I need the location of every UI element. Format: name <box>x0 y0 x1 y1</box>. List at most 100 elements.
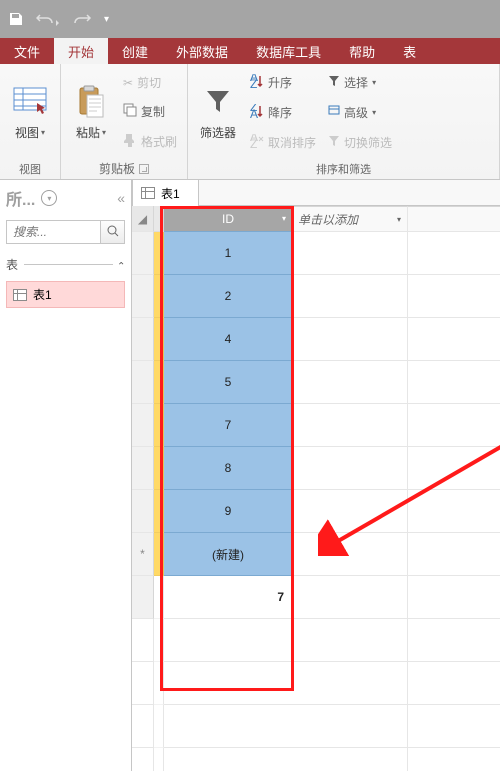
cell[interactable]: 8 <box>164 447 292 490</box>
svg-text:Z: Z <box>250 137 257 148</box>
funnel-icon <box>200 84 236 120</box>
filter-button[interactable]: 筛选器 <box>194 68 242 157</box>
sort-asc-button[interactable]: AZ 升序 <box>246 72 320 93</box>
select-all-cell[interactable]: ◢ <box>132 206 154 232</box>
ribbon-group-sort-filter: 筛选器 AZ 升序 ZA 降序 AZ 取消排序 选择 <box>188 64 500 179</box>
tab-file[interactable]: 文件 <box>0 38 54 64</box>
tab-table[interactable]: 表 <box>389 38 430 64</box>
copy-button[interactable]: 复制 <box>119 101 181 122</box>
dialog-launcher-icon[interactable] <box>139 164 149 174</box>
brush-icon <box>123 133 137 150</box>
chevron-up-icon: ⌄ <box>117 259 125 270</box>
cut-label: 剪切 <box>137 74 161 91</box>
main-area: 表1 ◢ ID ▾ 单击以添加 ▾ 1 2 4 5 <box>132 180 500 771</box>
cell[interactable] <box>292 533 408 576</box>
tab-help[interactable]: 帮助 <box>335 38 389 64</box>
copy-icon <box>123 103 137 120</box>
document-tab[interactable]: 表1 <box>132 179 199 206</box>
scissors-icon: ✂ <box>123 76 133 90</box>
chevron-down-icon: ▾ <box>372 108 376 117</box>
funnel-small-icon <box>328 75 340 90</box>
search-button[interactable] <box>100 221 124 243</box>
collapse-pane-icon[interactable]: « <box>117 190 125 206</box>
row-selector[interactable] <box>132 361 154 404</box>
filter-settings-icon <box>328 105 340 120</box>
row-selector[interactable] <box>132 318 154 361</box>
column-header-id[interactable]: ID ▾ <box>164 206 292 232</box>
ribbon-group-label: 剪贴板 <box>99 160 135 177</box>
sort-desc-label: 降序 <box>268 104 292 121</box>
cell[interactable] <box>292 404 408 447</box>
cell[interactable]: 5 <box>164 361 292 404</box>
undo-icon[interactable] <box>36 11 60 27</box>
nav-section-label: 表 <box>6 256 18 273</box>
table-icon <box>141 187 155 199</box>
clear-sort-button[interactable]: AZ 取消排序 <box>246 132 320 153</box>
sort-desc-icon: ZA <box>250 104 264 121</box>
cell[interactable] <box>292 576 408 619</box>
chevron-down-icon: ▾ <box>397 215 401 224</box>
chevron-down-icon: ▾ <box>41 128 45 137</box>
row-selector[interactable] <box>132 576 154 619</box>
add-column-header[interactable]: 单击以添加 ▾ <box>292 206 408 232</box>
nav-menu-icon[interactable]: ▾ <box>41 190 57 206</box>
paste-button[interactable]: 粘贴▾ <box>67 68 115 156</box>
customize-qat-icon[interactable]: ▾ <box>104 14 109 25</box>
row-selector[interactable] <box>132 232 154 275</box>
ribbon-group-label: 排序和筛选 <box>194 157 493 179</box>
chevron-down-icon: ▾ <box>102 128 106 137</box>
format-painter-button[interactable]: 格式刷 <box>119 131 181 152</box>
cut-button[interactable]: ✂ 剪切 <box>119 72 181 93</box>
nav-header[interactable]: 所... ▾ « <box>6 186 125 210</box>
cell[interactable]: 2 <box>164 275 292 318</box>
sort-desc-button[interactable]: ZA 降序 <box>246 102 320 123</box>
cell[interactable] <box>292 361 408 404</box>
quick-access-toolbar: ▾ <box>0 0 500 38</box>
format-painter-label: 格式刷 <box>141 133 177 150</box>
cell[interactable] <box>292 275 408 318</box>
nav-section-tables[interactable]: 表 ⌄ <box>6 256 125 273</box>
selection-label: 选择 <box>344 74 368 91</box>
row-selector[interactable] <box>132 447 154 490</box>
redo-icon[interactable] <box>72 11 96 27</box>
nav-table-item[interactable]: 表1 <box>6 281 125 308</box>
chevron-down-icon: ▾ <box>372 78 376 87</box>
new-row-cell[interactable]: (新建) <box>164 533 292 576</box>
totals-cell[interactable]: 7 <box>164 576 292 619</box>
cell[interactable]: 7 <box>164 404 292 447</box>
cell[interactable] <box>292 447 408 490</box>
copy-label: 复制 <box>141 103 165 120</box>
filter-button-label: 筛选器 <box>200 124 236 141</box>
row-selector[interactable] <box>132 490 154 533</box>
tab-home[interactable]: 开始 <box>54 38 108 64</box>
tab-external-data[interactable]: 外部数据 <box>162 38 242 64</box>
nav-title: 所... <box>6 186 35 210</box>
cell[interactable] <box>292 490 408 533</box>
cell[interactable]: 9 <box>164 490 292 533</box>
cell[interactable] <box>292 232 408 275</box>
paste-button-label: 粘贴 <box>76 124 100 141</box>
advanced-filter-button[interactable]: 高级 ▾ <box>324 102 396 123</box>
funnel-toggle-icon <box>328 135 340 150</box>
cell[interactable]: 4 <box>164 318 292 361</box>
view-button[interactable]: 视图▾ <box>6 68 54 157</box>
selection-button[interactable]: 选择 ▾ <box>324 72 396 93</box>
toggle-filter-button[interactable]: 切换筛选 <box>324 132 396 153</box>
sort-asc-icon: AZ <box>250 74 264 91</box>
cell[interactable] <box>292 318 408 361</box>
column-dropdown-icon[interactable]: ▾ <box>282 214 286 223</box>
document-tab-label: 表1 <box>161 185 180 202</box>
datasheet: ◢ ID ▾ 单击以添加 ▾ 1 2 4 5 7 8 9 *(新建) 7 <box>132 206 500 771</box>
tab-create[interactable]: 创建 <box>108 38 162 64</box>
svg-text:A: A <box>250 107 258 118</box>
new-row-selector[interactable]: * <box>132 533 154 576</box>
search-input[interactable] <box>7 225 100 239</box>
column-header-label: ID <box>222 212 234 226</box>
row-selector[interactable] <box>132 404 154 447</box>
ribbon-group-view: 视图▾ 视图 <box>0 64 61 179</box>
cell[interactable]: 1 <box>164 232 292 275</box>
nav-item-label: 表1 <box>33 286 52 303</box>
row-selector[interactable] <box>132 275 154 318</box>
save-icon[interactable] <box>8 11 24 27</box>
tab-database-tools[interactable]: 数据库工具 <box>242 38 335 64</box>
